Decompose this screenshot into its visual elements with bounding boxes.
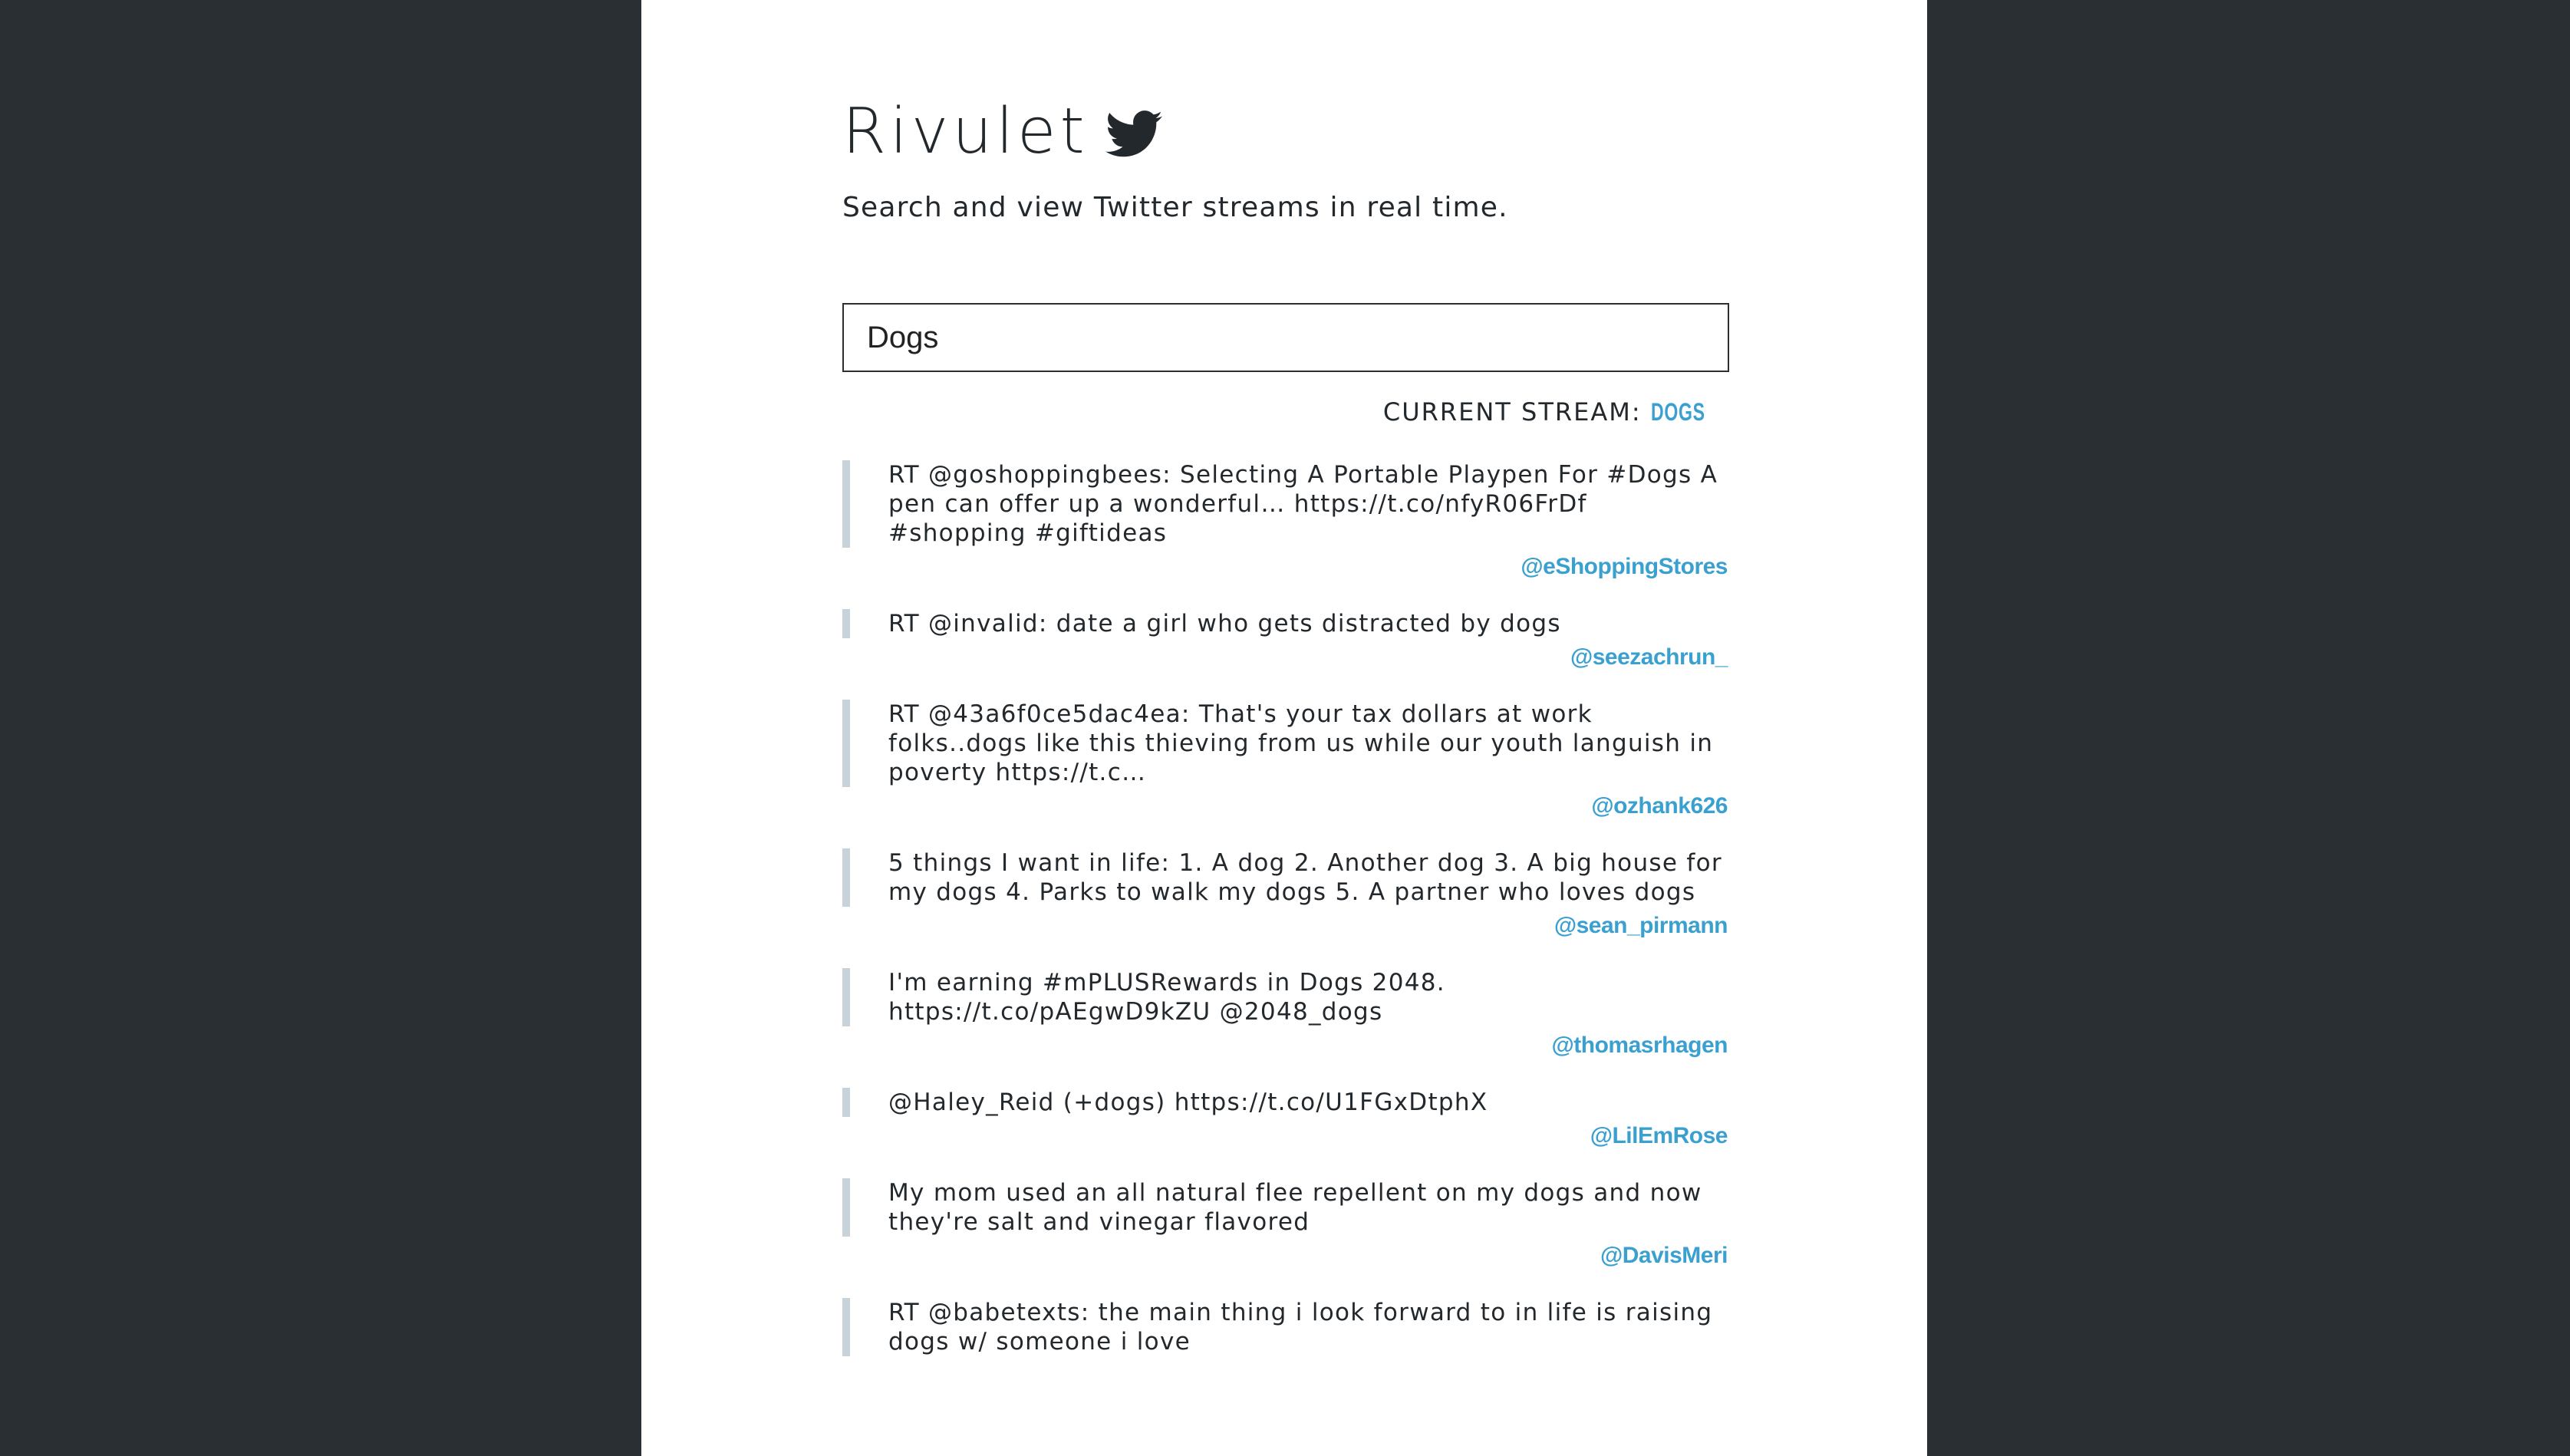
tweet-text: My mom used an all natural flee repellen…	[842, 1178, 1729, 1237]
title-row: Rivulet	[842, 94, 1162, 170]
tweet-text: RT @goshoppingbees: Selecting A Portable…	[842, 460, 1729, 548]
tweet-item: RT @invalid: date a girl who gets distra…	[842, 609, 1729, 670]
tweet-item: RT @babetexts: the main thing i look for…	[842, 1298, 1729, 1356]
tweet-item: I'm earning #mPLUSRewards in Dogs 2048. …	[842, 968, 1729, 1059]
search-input[interactable]	[842, 303, 1729, 372]
tweet-text: RT @43a6f0ce5dac4ea: That's your tax dol…	[842, 700, 1729, 787]
page-panel: Rivulet Search and view Twitter streams …	[641, 0, 1927, 1456]
tweet-text: @Haley_Reid (+dogs) https://t.co/U1FGxDt…	[842, 1088, 1729, 1117]
tweet-username-link[interactable]: @LilEmRose	[842, 1123, 1729, 1149]
tweet-item: 5 things I want in life: 1. A dog 2. Ano…	[842, 848, 1729, 939]
tagline: Search and view Twitter streams in real …	[842, 192, 1508, 223]
current-stream-label: CURRENT STREAM:	[1382, 397, 1642, 427]
tweet-text: I'm earning #mPLUSRewards in Dogs 2048. …	[842, 968, 1729, 1026]
current-stream-indicator: CURRENT STREAM: DOGS	[1383, 397, 1726, 427]
tweet-text: RT @babetexts: the main thing i look for…	[842, 1298, 1729, 1356]
tweet-username-link[interactable]: @seezachrun_	[842, 644, 1729, 670]
tweet-username-link[interactable]: @thomasrhagen	[842, 1033, 1729, 1059]
tweet-item: @Haley_Reid (+dogs) https://t.co/U1FGxDt…	[842, 1088, 1729, 1149]
tweet-username-link[interactable]: @ozhank626	[842, 793, 1729, 819]
tweet-item: My mom used an all natural flee repellen…	[842, 1178, 1729, 1269]
tweet-text: RT @invalid: date a girl who gets distra…	[842, 609, 1729, 638]
tweet-username-link[interactable]: @eShoppingStores	[842, 554, 1729, 580]
twitter-bird-icon	[1105, 110, 1162, 157]
app-title: Rivulet	[842, 95, 1089, 168]
tweet-text: 5 things I want in life: 1. A dog 2. Ano…	[842, 848, 1729, 907]
tweet-feed: RT @goshoppingbees: Selecting A Portable…	[842, 460, 1729, 1385]
current-stream-name: DOGS	[1650, 398, 1705, 426]
tweet-username-link[interactable]: @sean_pirmann	[842, 913, 1729, 939]
tweet-item: RT @43a6f0ce5dac4ea: That's your tax dol…	[842, 700, 1729, 819]
tweet-item: RT @goshoppingbees: Selecting A Portable…	[842, 460, 1729, 580]
tweet-username-link[interactable]: @DavisMeri	[842, 1243, 1729, 1269]
